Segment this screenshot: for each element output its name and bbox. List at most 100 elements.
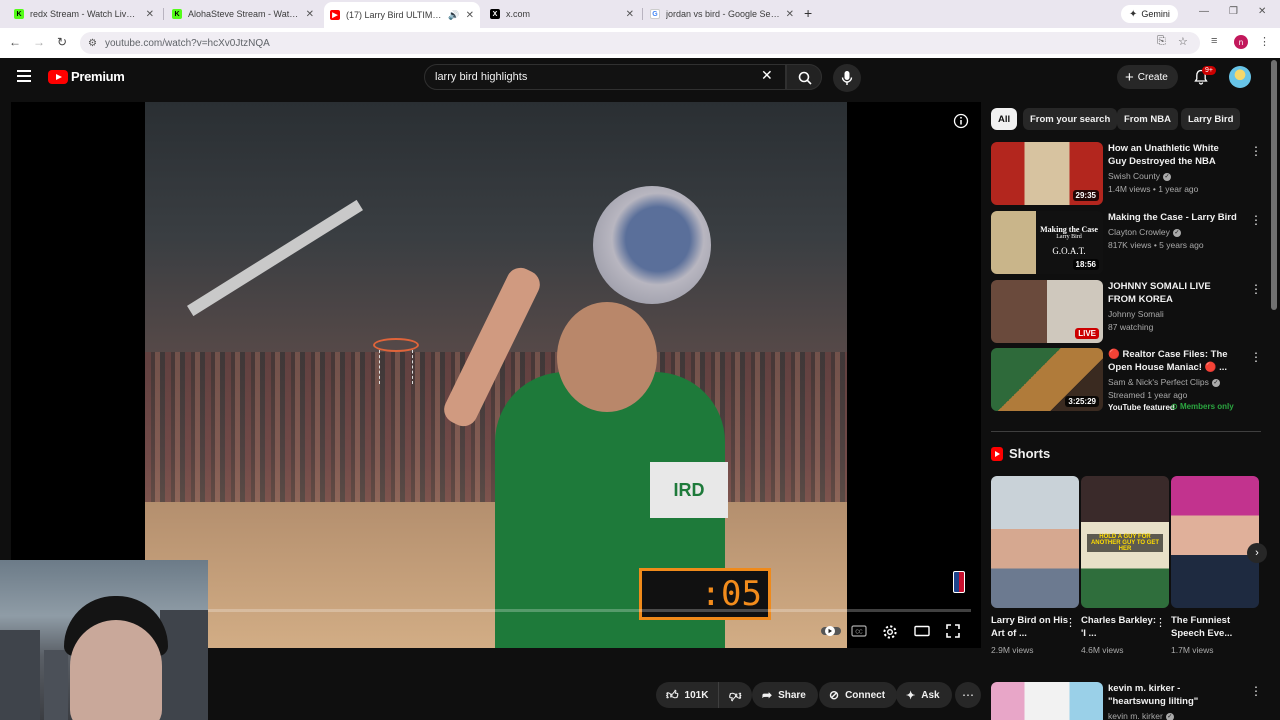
captions-icon: CC bbox=[851, 625, 867, 637]
video-title[interactable]: Making the Case - Larry Bird bbox=[1108, 211, 1238, 224]
youtube-logo-icon bbox=[48, 69, 68, 84]
install-app-icon[interactable]: ⎘ bbox=[1157, 35, 1166, 48]
voice-search-button[interactable] bbox=[833, 64, 861, 92]
recommendation-item[interactable]: 3:25:29 🔴 Realtor Case Files: The Open H… bbox=[991, 348, 1262, 412]
settings-button[interactable] bbox=[882, 624, 898, 645]
short-thumbnail[interactable]: HOLD A GUY FOR ANOTHER GUY TO GET HER bbox=[1081, 476, 1169, 608]
new-tab-button[interactable]: + bbox=[804, 5, 812, 21]
recommendation-item[interactable]: LIVE JOHNNY SOMALI LIVE FROM KOREA Johnn… bbox=[991, 280, 1262, 344]
restore-icon[interactable]: ❐ bbox=[1229, 6, 1238, 17]
more-options-icon[interactable]: ⋮ bbox=[1250, 213, 1262, 227]
close-icon[interactable]: ✕ bbox=[466, 10, 474, 21]
chip-larry-bird[interactable]: Larry Bird bbox=[1181, 108, 1241, 130]
browser-profile-avatar[interactable]: n bbox=[1234, 35, 1248, 49]
minimize-icon[interactable]: — bbox=[1199, 6, 1209, 17]
theater-mode-button[interactable] bbox=[914, 624, 930, 642]
page-scrollbar[interactable] bbox=[1271, 60, 1277, 310]
duration-badge: 18:56 bbox=[1072, 259, 1099, 270]
video-thumbnail[interactable] bbox=[991, 682, 1103, 720]
gemini-button[interactable]: ✦ Gemini bbox=[1121, 5, 1178, 23]
video-frame[interactable]: IRD :05 bbox=[145, 102, 847, 648]
more-options-icon[interactable]: ⋮ bbox=[1250, 144, 1262, 158]
youtube-premium-logo[interactable]: Premium bbox=[48, 69, 125, 84]
search-input[interactable]: larry bird highlights bbox=[424, 64, 786, 90]
connect-button[interactable]: ⊘ Connect bbox=[819, 682, 898, 708]
search-icon bbox=[798, 71, 812, 85]
address-bar[interactable]: ⚙ youtube.com/watch?v=hcXv0JtzNQA bbox=[80, 32, 1200, 54]
video-title[interactable]: kevin m. kirker - "heartswung lilting" bbox=[1108, 682, 1238, 708]
browser-menu-icon[interactable]: ⋮ bbox=[1259, 35, 1270, 48]
short-title[interactable]: Charles Barkley: 'I ... bbox=[1081, 614, 1159, 640]
tab-title: redx Stream - Watch Live on K bbox=[30, 9, 140, 19]
forward-icon[interactable]: → bbox=[33, 35, 45, 49]
close-icon[interactable]: ✕ bbox=[306, 9, 314, 20]
short-item[interactable]: HOLD A GUY FOR ANOTHER GUY TO GET HER Ch… bbox=[1081, 476, 1169, 655]
more-options-icon[interactable]: ⋮ bbox=[1155, 616, 1166, 629]
audio-playing-icon[interactable]: 🔊 bbox=[448, 10, 459, 21]
video-thumbnail[interactable]: Making the Case Larry Bird G.O.A.T. 18:5… bbox=[991, 211, 1103, 274]
short-title[interactable]: Larry Bird on His Art of ... bbox=[991, 614, 1069, 640]
more-options-icon[interactable]: ⋮ bbox=[1250, 684, 1261, 698]
channel-name[interactable]: Clayton Crowley ✓ bbox=[1108, 227, 1181, 237]
share-button[interactable]: ➦ Share bbox=[752, 682, 818, 708]
video-thumbnail[interactable]: LIVE bbox=[991, 280, 1103, 343]
video-title[interactable]: 🔴 Realtor Case Files: The Open House Man… bbox=[1108, 348, 1238, 374]
bookmark-star-icon[interactable]: ☆ bbox=[1178, 35, 1188, 48]
short-item[interactable]: The Funniest Speech Eve... 1.7M views bbox=[1171, 476, 1259, 655]
channel-name[interactable]: Johnny Somali bbox=[1108, 309, 1164, 319]
chip-from-nba[interactable]: From NBA bbox=[1117, 108, 1178, 130]
channel-name[interactable]: Swish County ✓ bbox=[1108, 171, 1171, 181]
window-close-icon[interactable]: ✕ bbox=[1258, 6, 1266, 17]
tab-title: AlohaSteve Stream - Watch Liv bbox=[188, 9, 300, 19]
browser-tab-alohasteve[interactable]: K AlohaSteve Stream - Watch Liv ✕ bbox=[166, 4, 320, 24]
notification-count-badge: 9+ bbox=[1202, 66, 1216, 75]
browser-tab-redx[interactable]: K redx Stream - Watch Live on K ✕ bbox=[8, 4, 160, 24]
more-options-icon[interactable]: ⋮ bbox=[1250, 350, 1262, 364]
subtitles-button[interactable]: CC bbox=[851, 624, 867, 642]
theater-icon bbox=[914, 625, 930, 637]
media-controls-icon[interactable]: ≡ bbox=[1211, 35, 1217, 47]
browser-tab-x[interactable]: X x.com ✕ bbox=[484, 4, 640, 24]
video-title[interactable]: How an Unathletic White Guy Destroyed th… bbox=[1108, 142, 1238, 168]
hamburger-menu-icon[interactable] bbox=[17, 70, 31, 82]
create-button[interactable]: + Create bbox=[1117, 65, 1178, 89]
recommendation-item[interactable]: 29:35 How an Unathletic White Guy Destro… bbox=[991, 142, 1262, 206]
recommendation-item[interactable]: Making the Case Larry Bird G.O.A.T. 18:5… bbox=[991, 211, 1262, 275]
account-avatar[interactable] bbox=[1229, 66, 1251, 88]
close-icon[interactable]: ✕ bbox=[786, 9, 794, 20]
short-item[interactable]: Larry Bird on His Art of ... 2.9M views … bbox=[991, 476, 1079, 655]
search-button[interactable] bbox=[786, 64, 822, 90]
video-info-button[interactable] bbox=[953, 113, 969, 134]
video-title[interactable]: JOHNNY SOMALI LIVE FROM KOREA bbox=[1108, 280, 1238, 306]
cam-building bbox=[160, 610, 208, 720]
more-options-icon[interactable]: ⋮ bbox=[1250, 282, 1262, 296]
site-info-icon[interactable]: ⚙ bbox=[88, 38, 97, 49]
recommendation-item[interactable]: kevin m. kirker - "heartswung lilting" k… bbox=[991, 682, 1261, 720]
short-title[interactable]: The Funniest Speech Eve... bbox=[1171, 614, 1249, 640]
video-thumbnail[interactable]: 29:35 bbox=[991, 142, 1103, 205]
browser-tab-youtube[interactable]: ▶ (17) Larry Bird ULTIMATE M 🔊 ✕ bbox=[324, 2, 480, 28]
video-head bbox=[557, 302, 657, 412]
fullscreen-button[interactable] bbox=[946, 624, 960, 643]
back-icon[interactable]: ← bbox=[9, 35, 21, 49]
close-icon[interactable]: ✕ bbox=[626, 9, 634, 20]
more-actions-button[interactable]: ⋯ bbox=[955, 682, 981, 708]
close-icon[interactable]: ✕ bbox=[146, 9, 154, 20]
clear-search-icon[interactable]: ✕ bbox=[761, 67, 773, 84]
more-options-icon[interactable]: ⋮ bbox=[1065, 616, 1076, 629]
video-thumbnail[interactable]: 3:25:29 bbox=[991, 348, 1103, 411]
shorts-next-button[interactable]: › bbox=[1247, 543, 1267, 563]
like-button[interactable]: 👍︎ 101K bbox=[656, 682, 720, 708]
youtube-featured-label: YouTube featured bbox=[1108, 403, 1175, 412]
channel-name[interactable]: Sam & Nick's Perfect Clips ✓ bbox=[1108, 377, 1220, 387]
reload-icon[interactable]: ↻ bbox=[57, 35, 67, 49]
short-thumbnail[interactable] bbox=[1171, 476, 1259, 608]
ask-button[interactable]: ✦ Ask bbox=[896, 682, 952, 708]
chip-from-your-search[interactable]: From your search bbox=[1023, 108, 1118, 130]
short-thumbnail[interactable] bbox=[991, 476, 1079, 608]
browser-tab-google[interactable]: G jordan vs bird - Google Search ✕ bbox=[644, 4, 800, 24]
channel-name[interactable]: kevin m. kirker ✓ bbox=[1108, 711, 1174, 720]
chip-all[interactable]: All bbox=[991, 108, 1018, 130]
dislike-button[interactable]: 👍︎ bbox=[719, 682, 752, 708]
autoplay-toggle[interactable] bbox=[820, 624, 842, 642]
